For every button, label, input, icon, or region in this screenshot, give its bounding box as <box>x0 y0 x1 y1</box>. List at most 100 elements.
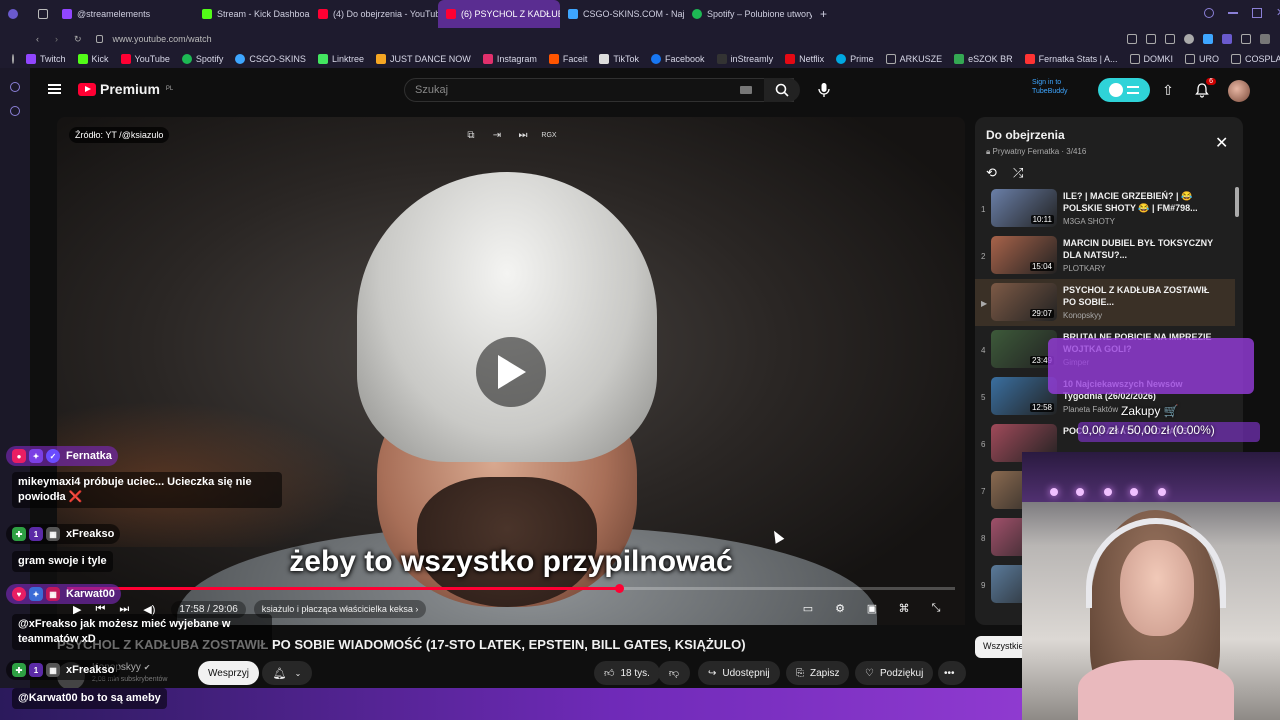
youtube-logo[interactable]: Premium PL <box>78 81 173 97</box>
verified-badge-icon: ✓ <box>46 449 60 463</box>
notification-count-badge: 6 <box>1206 78 1216 85</box>
like-button[interactable]: 👍︎ 18 tys. <box>594 661 660 685</box>
cast-icon[interactable]: ⌘ <box>895 599 913 617</box>
play-ext-icon[interactable] <box>1184 34 1194 44</box>
cast-overlay-icon[interactable]: ⇥ <box>489 127 505 143</box>
bookmark-spotify[interactable]: Spotify <box>181 54 223 64</box>
shuffle-icon[interactable]: ⤮ <box>1013 165 1023 181</box>
bookmark-tiktok[interactable]: TikTok <box>599 54 639 64</box>
bookmark-facebook[interactable]: Facebook <box>651 54 705 64</box>
back-icon[interactable]: ‹ <box>36 34 39 44</box>
goal-label: Zakupy 🛒 <box>1121 404 1179 418</box>
more-actions-button[interactable]: ••• <box>938 661 966 685</box>
share-icon: ↪ <box>708 667 717 679</box>
bookmark-page-icon[interactable] <box>1127 34 1137 44</box>
dislike-button[interactable]: 👎︎ <box>658 661 690 685</box>
minimize-icon[interactable] <box>1228 12 1238 14</box>
fullscreen-icon[interactable]: ⤡ <box>927 599 945 617</box>
loop-icon[interactable]: ⟲ <box>986 165 997 181</box>
tubebuddy-signin[interactable]: Sign in to TubeBuddy <box>1032 78 1068 96</box>
bookmark-instreamly[interactable]: inStreamly <box>716 54 773 64</box>
bookmark-folder-uro[interactable]: URO <box>1185 54 1219 64</box>
bookmark-twitch[interactable]: Twitch <box>26 54 66 64</box>
upload-icon[interactable]: ⇧ <box>1158 80 1178 100</box>
bookmark-csgo-skins[interactable]: CSGO-SKINS <box>235 54 306 64</box>
bookmark-kick[interactable]: Kick <box>77 54 109 64</box>
bookmark-eszok[interactable]: eSZOK BR <box>954 54 1013 64</box>
bookmark-faceit[interactable]: Faceit <box>548 54 587 64</box>
save-button[interactable]: ⎘ Zapisz <box>786 661 850 685</box>
playlist-item[interactable]: 2 15:04 MARCIN DUBIEL BYŁ TOKSYCZNY DLA NA… <box>975 232 1235 279</box>
bookmark-fernatka-stats[interactable]: Fernatka Stats | A... <box>1024 54 1118 64</box>
guide-menu-icon[interactable] <box>48 84 61 94</box>
bookmark-instagram[interactable]: Instagram <box>482 54 537 64</box>
screen: @streamelements Stream - Kick Dashboard … <box>0 0 1280 720</box>
rgx-icon[interactable]: RGX <box>541 127 557 143</box>
close-window-icon[interactable]: ✕ <box>1276 8 1280 19</box>
scrubber-handle[interactable] <box>615 584 624 593</box>
skip-icon[interactable]: ⏭ <box>515 127 531 143</box>
bookmark-folder-arkusze[interactable]: ARKUSZE <box>885 54 942 64</box>
account-avatar[interactable] <box>1228 80 1250 102</box>
tab-kick-dashboard[interactable]: Stream - Kick Dashboard <box>194 0 310 28</box>
tab-active-video[interactable]: (6) PSYCHOL Z KADŁUBA <box>438 0 560 28</box>
share-button[interactable]: ↪ Udostępnij <box>698 661 780 685</box>
tubebuddy-button[interactable] <box>1098 78 1150 102</box>
puzzle-icon[interactable] <box>1222 34 1232 44</box>
openai-icon[interactable] <box>12 54 14 64</box>
new-tab-button[interactable]: + <box>812 0 832 28</box>
close-icon[interactable]: ✕ <box>1215 133 1228 153</box>
download-icon[interactable] <box>1241 34 1251 44</box>
tab-streamelements[interactable]: @streamelements <box>54 0 194 28</box>
playlist-title[interactable]: Do obejrzenia <box>986 128 1065 142</box>
settings-icon[interactable] <box>10 106 20 116</box>
bookmark-linktree[interactable]: Linktree <box>317 54 364 64</box>
bookmark-prime[interactable]: Prime <box>836 54 874 64</box>
notifications-button[interactable]: 6 <box>1192 78 1216 100</box>
playlist-item-index: 9 <box>981 581 986 590</box>
tubebuddy-menu-icon <box>1127 86 1139 94</box>
extension-icon[interactable] <box>1165 34 1175 44</box>
tab-do-obejrzenia[interactable]: (4) Do obejrzenia - YouTub <box>310 0 438 28</box>
bookmark-just-dance[interactable]: JUST DANCE NOW <box>375 54 471 64</box>
bookmark-folder-domki[interactable]: DOMKI <box>1129 54 1173 64</box>
translate-icon[interactable] <box>1203 34 1213 44</box>
thanks-button[interactable]: ♡ Podziękuj <box>855 661 934 685</box>
playlist-scrollbar[interactable] <box>1235 187 1239 217</box>
playlist-item-channel: Planeta Faktów <box>1063 405 1119 414</box>
voice-search-button[interactable] <box>812 78 836 102</box>
subtitles-icon[interactable]: ▭ <box>799 599 817 617</box>
stream-chat-overlay: ● ✦ ✓ Fernatka mikeymaxi4 próbuje uciec.… <box>0 442 300 720</box>
browser-menu-icon[interactable] <box>0 0 30 28</box>
screenshot-icon[interactable] <box>1146 34 1156 44</box>
heart-badge-icon: ♥ <box>12 587 26 601</box>
search-icon[interactable] <box>1204 8 1214 18</box>
headphones-icon <box>1086 518 1226 608</box>
browser-tab-strip: @streamelements Stream - Kick Dashboard … <box>0 0 1280 28</box>
keyboard-icon[interactable] <box>740 86 752 94</box>
playlist-item-index: 1 <box>981 205 986 214</box>
menu-icon[interactable] <box>1260 34 1270 44</box>
maximize-icon[interactable] <box>1252 8 1262 18</box>
sub-month-badge: 1 <box>29 527 43 541</box>
search-button[interactable] <box>764 78 800 102</box>
light-dot <box>1050 488 1058 496</box>
settings-gear-icon[interactable]: ⚙ <box>831 599 849 617</box>
playlist-item[interactable]: ▶ 29:07 PSYCHOL Z KADŁUBA ZOSTAWIŁ PO SOBI… <box>975 279 1235 326</box>
url-field[interactable]: www.youtube.com/watch <box>113 34 212 44</box>
miniplayer-icon[interactable]: ⧉ <box>463 127 479 143</box>
theater-mode-icon[interactable]: ▣ <box>863 599 881 617</box>
chat-name-row: ✚ 1 ▦ xFreakso <box>6 660 121 680</box>
reload-icon[interactable]: ↻ <box>74 34 82 45</box>
bookmark-folder-cosplaye[interactable]: COSPLAYE <box>1231 54 1280 64</box>
tab-spotify[interactable]: Spotify – Polubione utwory <box>684 0 812 28</box>
forward-icon[interactable]: › <box>55 34 58 44</box>
tab-search-icon[interactable] <box>30 0 54 28</box>
big-play-button[interactable] <box>476 337 546 407</box>
search-input[interactable]: Szukaj <box>404 78 794 102</box>
history-icon[interactable] <box>10 82 20 92</box>
bookmark-netflix[interactable]: Netflix <box>785 54 824 64</box>
bookmark-youtube[interactable]: YouTube <box>120 54 170 64</box>
tab-csgo-skins[interactable]: CSGO-SKINS.COM - Najle <box>560 0 684 28</box>
playlist-item[interactable]: 1 10:11 ILE? | MACIE GRZEBIEŃ? | 😂 POLSKIE… <box>975 185 1235 232</box>
